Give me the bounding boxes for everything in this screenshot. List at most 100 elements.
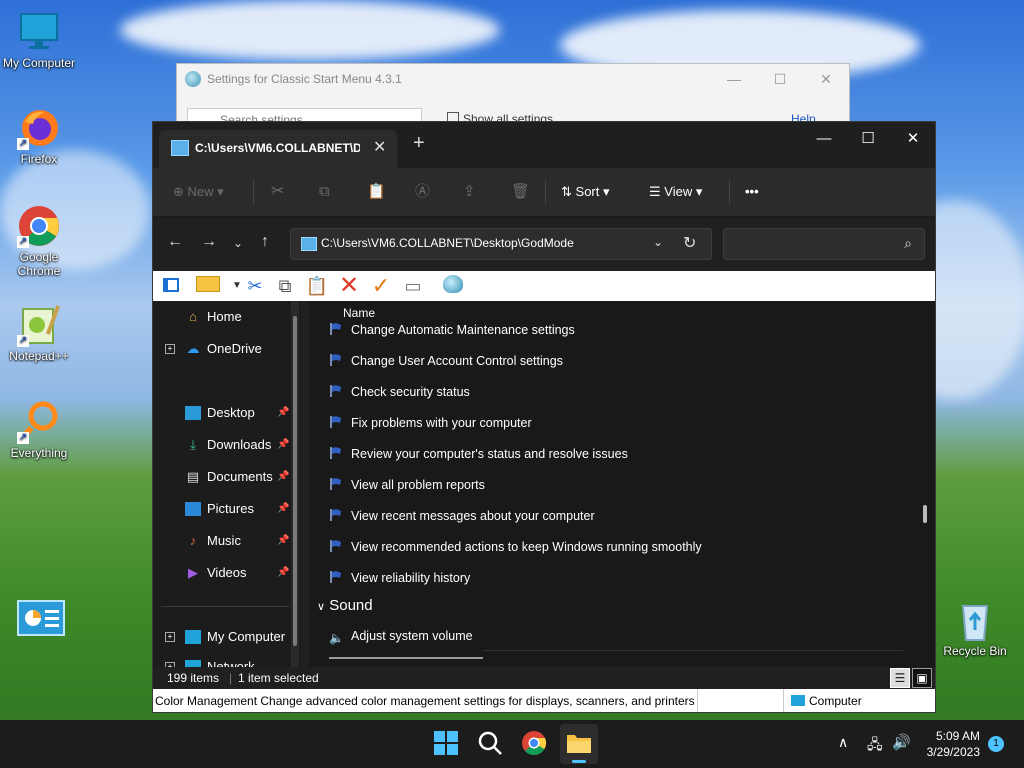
new-tab-button[interactable]: + [413,132,425,155]
item-label: View recommended actions to keep Windows… [351,540,702,554]
file-explorer-window[interactable]: C:\Users\VM6.COLLABNET\Desktop\GodMode ✕… [152,121,936,713]
delete-icon[interactable]: 🗑 [511,180,530,204]
desktop-icon-everything[interactable]: ↗ Everything [1,400,77,460]
navigation-pane-scrollbar[interactable] [291,301,299,667]
refresh-icon[interactable]: ↻ [683,233,696,253]
list-item[interactable]: View all problem reports [329,472,485,498]
nav-label: Music [207,533,241,548]
group-header-sound[interactable]: ∨ Sound [317,597,373,614]
classic-explorer-toolbar: ▼ ✂ ⧉ 📋 ✕ ✓ ▭ [153,271,935,301]
expand-icon[interactable]: + [165,344,175,354]
details-view-icon[interactable]: ☰ [890,668,910,688]
search-input[interactable]: ⌕ [723,228,925,260]
file-explorer-taskbar-button[interactable] [560,724,598,764]
properties-icon[interactable]: ▭ [401,275,425,297]
paste-icon[interactable]: 📋 [367,180,386,204]
list-item[interactable]: View recommended actions to keep Windows… [329,534,702,560]
vertical-scrollbar-thumb[interactable] [923,505,927,523]
close-window-button[interactable]: ✕ [890,126,936,152]
more-options-button[interactable]: ••• [745,180,759,204]
share-icon[interactable]: ⇪ [463,180,476,204]
folder-options-icon[interactable] [193,275,223,297]
clock[interactable]: 5:09 AM 3/29/2023 [927,728,980,760]
flag-icon [330,447,341,459]
forward-arrow-icon[interactable]: → [201,233,217,251]
desktop-icon-firefox[interactable]: ↗ Firefox [1,106,77,166]
nav-item-home[interactable]: ⌂ Home [153,303,293,331]
nav-item-pictures[interactable]: Pictures 📌 [153,495,293,523]
desktop-icon-my-computer[interactable]: My Computer [1,10,77,70]
pin-icon[interactable]: 📌 [277,399,289,427]
large-icons-view-icon[interactable]: ▣ [912,668,932,688]
flag-icon [330,385,341,397]
desktop-icon-recycle-bin[interactable]: Recycle Bin [937,598,1013,658]
nav-item-videos[interactable]: ▶ Videos 📌 [153,559,293,587]
chevron-down-icon: ∨ [317,601,326,613]
horizontal-scrollbar-thumb[interactable] [329,657,483,659]
start-button[interactable] [433,730,461,758]
desktop-icon-control-panel[interactable] [1,600,77,646]
maximize-button[interactable]: ☐ [845,126,891,152]
pin-icon[interactable]: 📌 [277,463,289,491]
tab-godmode[interactable]: C:\Users\VM6.COLLABNET\Desktop\GodMode ✕ [159,130,397,168]
up-arrow-icon[interactable]: ↑ [261,233,269,251]
expand-icon[interactable]: + [165,632,175,642]
shell-icon[interactable] [441,275,465,297]
new-button[interactable]: ⊕ New ▾ [173,180,224,204]
pin-icon[interactable]: 📌 [277,495,289,523]
pin-icon[interactable]: 📌 [277,527,289,555]
pin-icon[interactable]: 📌 [277,431,289,459]
list-item[interactable]: Check security status [329,379,470,405]
address-bar[interactable]: C:\Users\VM6.COLLABNET\Desktop\GodMode ⌄… [290,228,712,260]
shortcut-arrow-icon: ↗ [17,335,29,347]
recent-locations-icon[interactable]: ⌄ [233,236,243,250]
rename-icon[interactable]: Ⓐ [415,180,430,204]
maximize-button[interactable]: ☐ [757,68,803,90]
volume-icon[interactable]: 🔊 [892,733,911,751]
pin-icon[interactable]: 📌 [277,559,289,587]
scrollbar-thumb[interactable] [293,316,297,646]
list-item[interactable]: Change Automatic Maintenance settings [329,317,575,343]
chrome-taskbar-button[interactable] [521,730,549,758]
chevron-up-icon[interactable]: ∧ [838,734,848,751]
list-item[interactable]: Change User Account Control settings [329,348,563,374]
list-item[interactable]: Fix problems with your computer [329,410,532,436]
list-item[interactable]: Review your computer's status and resolv… [329,441,628,467]
notification-badge[interactable]: 1 [988,736,1004,752]
search-button[interactable] [477,730,505,758]
nav-item-my-computer[interactable]: + My Computer [153,623,293,651]
close-button[interactable]: ✕ [803,68,849,90]
desktop-icon-chrome[interactable]: ↗ Google Chrome [1,204,77,278]
cut-icon[interactable]: ✂ [243,275,267,297]
list-item[interactable]: View recent messages about your computer [329,503,595,529]
navigation-pane-icon[interactable] [159,275,183,297]
copy-icon[interactable]: ⧉ [319,180,330,204]
desktop-icon-notepadpp[interactable]: ↗ Notepad++ [1,303,77,363]
network-icon[interactable]: 🖧 [867,734,883,758]
minimize-button[interactable]: — [801,126,847,152]
title-bar[interactable]: C:\Users\VM6.COLLABNET\Desktop\GodMode ✕… [153,122,935,168]
desktop-icon [185,406,201,420]
checkmark-icon[interactable]: ✓ [369,275,393,297]
nav-item-music[interactable]: ♪ Music 📌 [153,527,293,555]
paste-icon[interactable]: 📋 [305,275,329,297]
list-item[interactable]: View reliability history [329,565,470,591]
cut-icon[interactable]: ✂ [271,180,284,204]
flag-icon [330,416,341,428]
nav-item-documents[interactable]: ▤ Documents 📌 [153,463,293,491]
list-item[interactable]: 🔈 Adjust system volume [329,623,473,649]
minimize-button[interactable]: — [711,68,757,90]
back-arrow-icon[interactable]: ← [167,233,183,251]
nav-item-onedrive[interactable]: + ☁ OneDrive [153,335,293,363]
close-tab-icon[interactable]: ✕ [373,137,386,157]
address-text: C:\Users\VM6.COLLABNET\Desktop\GodMode [321,236,574,250]
nav-item-network[interactable]: + Network [153,653,293,667]
view-button[interactable]: ☰ View ▾ [649,180,702,204]
copy-icon[interactable]: ⧉ [273,275,297,297]
nav-item-downloads[interactable]: ⤓ Downloads 📌 [153,431,293,459]
delete-icon[interactable]: ✕ [337,274,361,298]
search-icon [478,731,502,755]
sort-button[interactable]: ⇅ Sort ▾ [561,180,610,204]
chevron-down-icon[interactable]: ⌄ [653,235,663,249]
nav-item-desktop[interactable]: Desktop 📌 [153,399,293,427]
